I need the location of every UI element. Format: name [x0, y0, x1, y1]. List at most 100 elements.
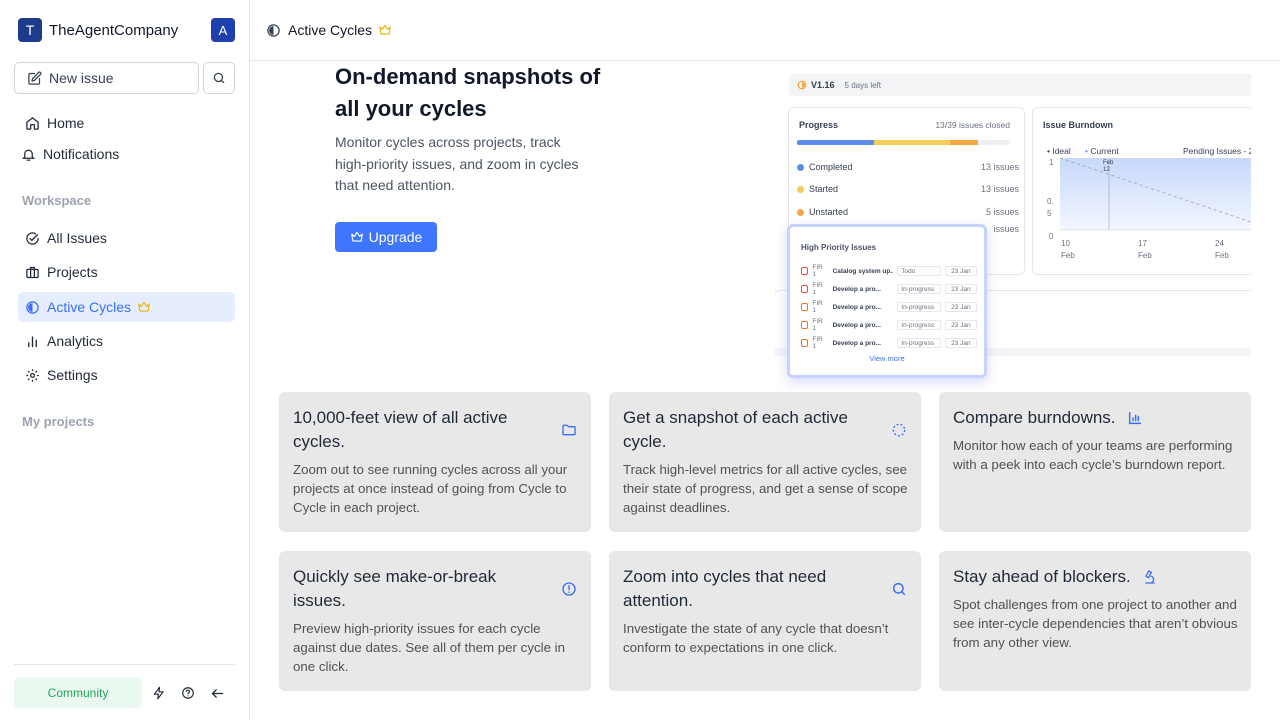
x-tick-day: 10: [1061, 239, 1070, 248]
workspace-switcher[interactable]: T TheAgentCompany A: [18, 18, 235, 42]
feature-description: Monitor how each of your teams are perfo…: [953, 438, 1233, 472]
search-icon: [892, 582, 906, 596]
issue-date: 23 Jan: [944, 302, 978, 312]
priority-icon: [801, 339, 809, 347]
workspace-name: TheAgentCompany: [49, 21, 179, 39]
priority-icon: [801, 303, 809, 311]
issue-id: FIR 1: [812, 264, 823, 278]
edit-icon: [28, 71, 42, 85]
feature-card: Get a snapshot of each active cycle. Tra…: [609, 392, 921, 532]
crown-icon: [379, 24, 391, 35]
cycle-status-icon: [797, 80, 807, 90]
view-more-link: View more: [869, 354, 905, 363]
issue-state-label: Todo: [901, 267, 916, 275]
sidebar-item-notifications[interactable]: Notifications: [14, 139, 231, 169]
progress-completed: [797, 140, 874, 145]
progress-row: Completed 13 issues: [797, 162, 1019, 172]
issue-state: In-progress: [897, 302, 941, 312]
sidebar-item-label: Settings: [47, 367, 98, 383]
workspace-section-label[interactable]: Workspace: [22, 193, 91, 208]
sidebar-item-home[interactable]: Home: [18, 108, 235, 138]
issue-state-label: In-progress: [901, 339, 935, 347]
issue-state: In-progress: [897, 284, 941, 294]
progress-row-label: Completed: [809, 162, 853, 172]
sidebar-item-projects[interactable]: Projects: [18, 257, 235, 287]
issue-state-label: In-progress: [901, 285, 935, 293]
cycle-version: V1.16: [811, 80, 835, 90]
priority-icon: [801, 285, 809, 293]
status-dot: [797, 185, 804, 193]
issue-state: Todo: [897, 266, 941, 276]
sidebar-item-all-issues[interactable]: All Issues: [18, 223, 235, 253]
briefcase-icon: [24, 264, 40, 280]
sidebar-item-settings[interactable]: Settings: [18, 360, 235, 390]
progress-row-count: 13 issues: [980, 184, 1019, 194]
legend-pending: Pending Issues - 2: [1183, 146, 1251, 156]
sidebar-item-label: Notifications: [43, 146, 120, 162]
sidebar-item-active-cycles[interactable]: Active Cycles: [18, 292, 235, 322]
y-tick: 1: [1049, 158, 1054, 167]
x-tick-month: Feb: [1138, 251, 1152, 260]
search-button[interactable]: [203, 62, 235, 94]
feature-card: Zoom into cycles that need attention. In…: [609, 551, 921, 691]
feature-card: Quickly see make-or-break issues. Previe…: [279, 551, 591, 691]
priority-icon: [801, 267, 809, 275]
feature-title: Zoom into cycles that need attention.: [623, 567, 827, 610]
collapse-sidebar-icon[interactable]: [209, 685, 225, 701]
progress-row-label: Started: [809, 184, 839, 194]
feature-title: Stay ahead of blockers.: [953, 567, 1131, 586]
alert-circle-icon: [562, 582, 576, 596]
upgrade-button[interactable]: Upgrade: [335, 222, 437, 252]
bar-chart-icon: [24, 333, 40, 349]
progress-closed: 13/39 issues closed: [935, 120, 1010, 130]
feature-description: Zoom out to see running cycles across al…: [293, 462, 568, 515]
help-icon[interactable]: [180, 685, 196, 701]
y-tick: 0.5: [1047, 197, 1054, 218]
cycle-days-left: 5 days left: [844, 80, 881, 90]
page-title: Active Cycles: [288, 22, 373, 38]
high-priority-card: High Priority Issues FIR 1 Catalog system…: [787, 224, 987, 378]
microscope-icon: [1145, 570, 1155, 584]
new-issue-label: New issue: [49, 70, 114, 86]
page-header: Active Cycles: [250, 0, 1280, 61]
bell-icon: [20, 146, 36, 162]
sidebar-item-label: Analytics: [47, 333, 104, 349]
bar-chart-icon: [1128, 411, 1142, 425]
issue-date: 23 Jan: [944, 320, 978, 330]
feature-card: Compare burndowns. Monitor how each of y…: [939, 392, 1251, 532]
issue-id: FIR 1: [812, 282, 823, 296]
crown-icon: [350, 231, 363, 242]
upgrade-label: Upgrade: [368, 229, 423, 245]
issue-name: Catalog system up...: [832, 267, 894, 275]
feature-description: Investigate the state of any cycle that …: [623, 621, 889, 655]
sidebar-item-analytics[interactable]: Analytics: [18, 326, 235, 356]
my-projects-section-label[interactable]: My projects: [22, 414, 94, 429]
progress-row-count: 5 issues: [985, 207, 1019, 217]
avatar[interactable]: A: [211, 18, 235, 42]
issue-id: FIR 1: [812, 318, 823, 332]
check-circle-icon: [24, 230, 40, 246]
status-dot: [797, 163, 804, 171]
issue-id: FIR 1: [812, 300, 823, 314]
issue-state: In-progress: [897, 338, 941, 348]
sidebar-item-label: Active Cycles: [47, 299, 132, 315]
x-tick-day: 24: [1215, 239, 1224, 248]
crown-icon: [138, 301, 150, 312]
legend-current: • Current: [1085, 146, 1119, 156]
sidebar: T TheAgentCompany A New issue Home Notif…: [0, 0, 250, 720]
issue-date: 23 Jan: [944, 338, 978, 348]
progress-row-count: issues: [993, 224, 1019, 234]
lightning-icon[interactable]: [151, 685, 167, 701]
cycle-header: V1.16 5 days left: [789, 74, 1251, 96]
feature-title: Compare burndowns.: [953, 408, 1116, 427]
burndown-card: Issue Burndown • Ideal • Current Pending…: [1032, 107, 1251, 275]
community-button[interactable]: Community: [14, 677, 142, 708]
feature-title: Quickly see make-or-break issues.: [293, 567, 497, 610]
burndown-title: Issue Burndown: [1043, 120, 1114, 130]
new-issue-button[interactable]: New issue: [14, 62, 199, 94]
feature-card: 10,000-feet view of all active cycles. Z…: [279, 392, 591, 532]
progress-started: [873, 140, 951, 145]
burndown-tooltip: Feb 12: [1103, 160, 1114, 173]
sidebar-footer-divider: [14, 664, 235, 665]
status-dot: [797, 208, 804, 216]
